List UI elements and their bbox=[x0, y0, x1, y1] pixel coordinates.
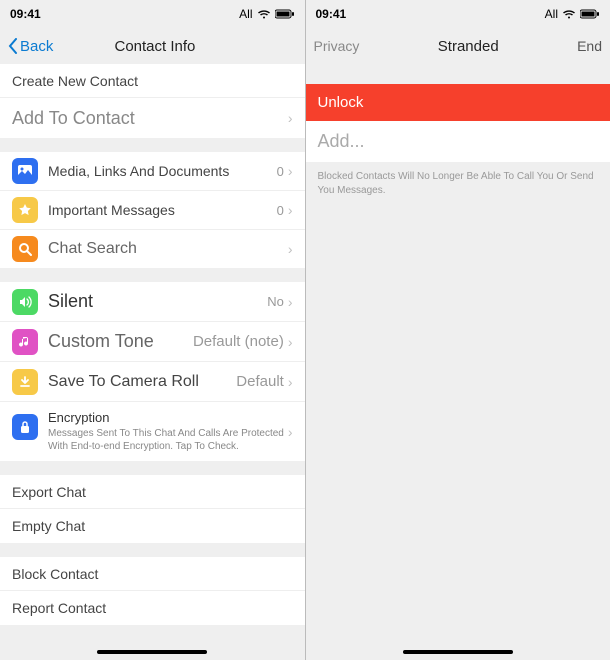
report-label: Report Contact bbox=[12, 600, 293, 616]
search-label: Chat Search bbox=[48, 240, 288, 258]
section-settings: Silent No › Custom Tone Default (note) ›… bbox=[0, 282, 305, 461]
blocked-note: Blocked Contacts Will No Longer Be Able … bbox=[306, 162, 610, 206]
add-row[interactable]: Add... bbox=[306, 121, 610, 162]
photo-icon bbox=[12, 158, 38, 184]
chevron-right-icon: › bbox=[288, 424, 293, 440]
custom-tone-row[interactable]: Custom Tone Default (note) › bbox=[0, 322, 305, 362]
music-note-icon bbox=[12, 329, 38, 355]
chevron-right-icon: › bbox=[288, 241, 293, 257]
silent-row[interactable]: Silent No › bbox=[0, 282, 305, 322]
right-content: Unlock Add... Blocked Contacts Will No L… bbox=[306, 64, 610, 660]
encryption-row[interactable]: Encryption Messages Sent To This Chat An… bbox=[0, 402, 305, 461]
create-new-contact[interactable]: Create New Contact bbox=[0, 64, 305, 98]
status-time: 09:41 bbox=[316, 7, 347, 21]
status-indicators: All bbox=[239, 7, 294, 21]
status-bar: 09:41 All bbox=[306, 0, 610, 28]
save-label: Save To Camera Roll bbox=[48, 373, 236, 391]
search-icon bbox=[12, 236, 38, 262]
save-value: Default bbox=[236, 373, 284, 390]
nav-back-privacy[interactable]: Privacy bbox=[314, 38, 360, 54]
section-chat-actions: Export Chat Empty Chat bbox=[0, 475, 305, 543]
important-messages[interactable]: Important Messages 0 › bbox=[0, 191, 305, 230]
battery-icon bbox=[580, 9, 600, 19]
silent-value: No bbox=[267, 294, 284, 309]
section-create: Create New Contact Add To Contact › bbox=[0, 64, 305, 138]
export-label: Export Chat bbox=[12, 484, 293, 500]
left-content: Create New Contact Add To Contact › Medi… bbox=[0, 64, 305, 660]
home-indicator bbox=[97, 650, 207, 654]
media-links-documents[interactable]: Media, Links And Documents 0 › bbox=[0, 152, 305, 191]
wifi-icon bbox=[562, 9, 576, 19]
section-media: Media, Links And Documents 0 › Important… bbox=[0, 152, 305, 268]
page-title: Contact Info bbox=[13, 38, 296, 55]
important-label: Important Messages bbox=[48, 202, 277, 218]
chevron-right-icon: › bbox=[288, 294, 293, 310]
home-indicator bbox=[403, 650, 513, 654]
chevron-right-icon: › bbox=[288, 163, 293, 179]
tone-value: Default (note) bbox=[193, 333, 284, 350]
unlock-label: Unlock bbox=[318, 94, 364, 111]
left-phone: 09:41 All Back Contact Info Create New C… bbox=[0, 0, 306, 660]
download-icon bbox=[12, 369, 38, 395]
battery-icon bbox=[275, 9, 295, 19]
wifi-icon bbox=[257, 9, 271, 19]
add-label: Add... bbox=[318, 131, 365, 151]
status-time: 09:41 bbox=[10, 7, 41, 21]
chevron-right-icon: › bbox=[288, 202, 293, 218]
nav-end-button[interactable]: End bbox=[577, 38, 602, 54]
media-label: Media, Links And Documents bbox=[48, 163, 277, 179]
empty-label: Empty Chat bbox=[12, 518, 293, 534]
chevron-right-icon: › bbox=[288, 374, 293, 390]
right-phone: 09:41 All Privacy Stranded End Unlock Ad… bbox=[306, 0, 610, 660]
block-contact[interactable]: Block Contact bbox=[0, 557, 305, 591]
chevron-right-icon: › bbox=[288, 110, 293, 126]
add-to-contact[interactable]: Add To Contact › bbox=[0, 98, 305, 138]
chevron-right-icon: › bbox=[288, 334, 293, 350]
carrier-label: All bbox=[545, 7, 558, 21]
export-chat[interactable]: Export Chat bbox=[0, 475, 305, 509]
unlock-button[interactable]: Unlock bbox=[306, 84, 610, 121]
nav-bar: Back Contact Info bbox=[0, 28, 305, 64]
encryption-desc: Messages Sent To This Chat And Calls Are… bbox=[48, 427, 288, 453]
section-contact-actions: Block Contact Report Contact bbox=[0, 557, 305, 625]
block-label: Block Contact bbox=[12, 566, 293, 582]
add-to-label: Add To Contact bbox=[12, 108, 288, 129]
create-label: Create New Contact bbox=[12, 73, 293, 89]
media-value: 0 bbox=[277, 164, 284, 179]
speaker-icon bbox=[12, 289, 38, 315]
tone-label: Custom Tone bbox=[48, 331, 193, 352]
encryption-text: Encryption Messages Sent To This Chat An… bbox=[48, 410, 288, 453]
important-value: 0 bbox=[277, 203, 284, 218]
chat-search[interactable]: Chat Search › bbox=[0, 230, 305, 268]
report-contact[interactable]: Report Contact bbox=[0, 591, 305, 625]
empty-chat[interactable]: Empty Chat bbox=[0, 509, 305, 543]
lock-icon bbox=[12, 414, 38, 440]
star-icon bbox=[12, 197, 38, 223]
encryption-title: Encryption bbox=[48, 410, 288, 425]
nav-bar: Privacy Stranded End bbox=[306, 28, 610, 64]
save-camera-roll-row[interactable]: Save To Camera Roll Default › bbox=[0, 362, 305, 402]
status-indicators: All bbox=[545, 7, 600, 21]
silent-label: Silent bbox=[48, 291, 267, 312]
page-title: Stranded bbox=[359, 38, 577, 55]
status-bar: 09:41 All bbox=[0, 0, 305, 28]
carrier-label: All bbox=[239, 7, 252, 21]
